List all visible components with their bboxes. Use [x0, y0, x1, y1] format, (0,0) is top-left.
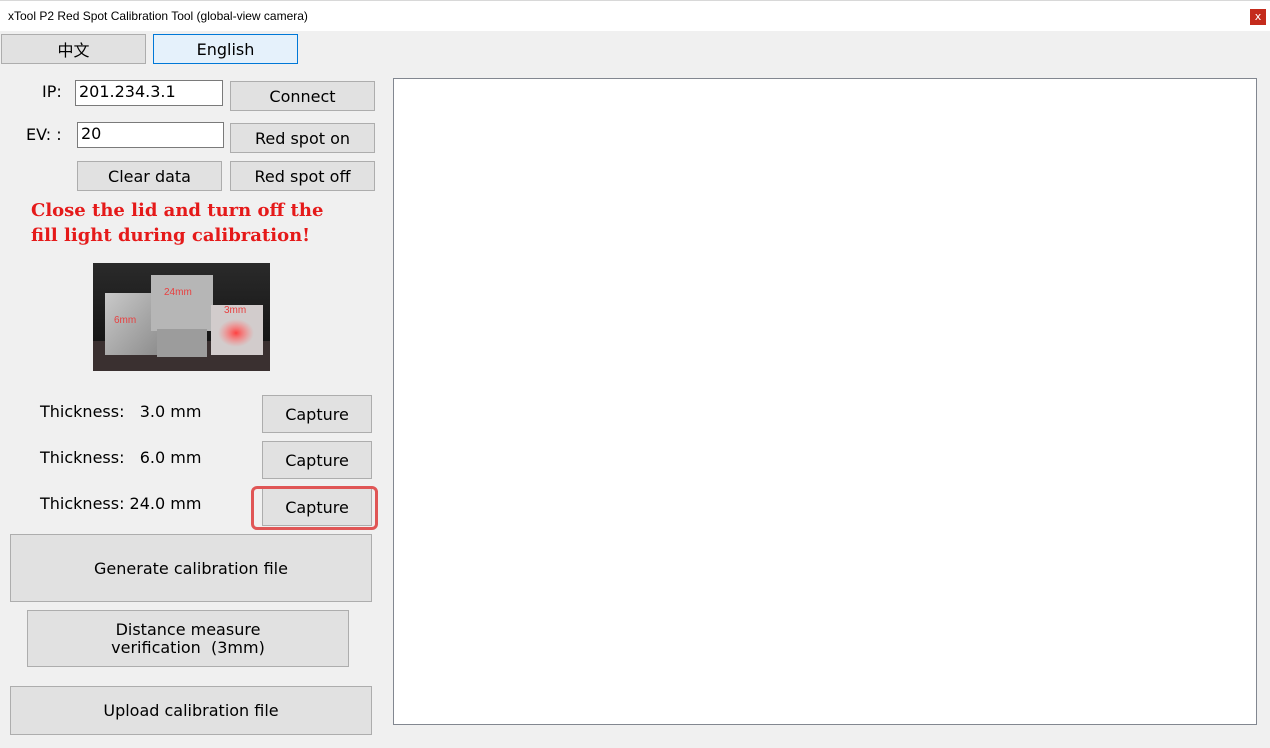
ip-input[interactable]: 201.234.3.1: [75, 80, 223, 106]
thickness-3mm-label: Thickness: 3.0 mm: [40, 402, 202, 421]
thickness-24mm-label: Thickness: 24.0 mm: [40, 494, 202, 513]
block-24mm: [151, 275, 213, 331]
capture-3mm-button[interactable]: Capture: [262, 395, 372, 433]
generate-calibration-file-button[interactable]: Generate calibration file: [10, 534, 372, 602]
warning-line-1: Close the lid and turn off the: [31, 200, 324, 221]
title-bar: xTool P2 Red Spot Calibration Tool (glob…: [0, 0, 1270, 31]
label-6mm: 6mm: [114, 315, 137, 326]
distance-measure-verification-button[interactable]: Distance measure verification (3mm): [27, 610, 349, 667]
capture-6mm-button[interactable]: Capture: [262, 441, 372, 479]
close-button[interactable]: x: [1250, 9, 1266, 25]
capture-24mm-highlight: [251, 486, 378, 530]
camera-preview-panel: [393, 78, 1257, 725]
calibration-warning: Close the lid and turn off the fill ligh…: [31, 198, 331, 248]
ev-input[interactable]: 20: [77, 122, 224, 148]
connect-button[interactable]: Connect: [230, 81, 375, 111]
distance-measure-label: Distance measure verification (3mm): [111, 619, 265, 657]
window-title: xTool P2 Red Spot Calibration Tool (glob…: [8, 9, 308, 23]
upload-calibration-file-button[interactable]: Upload calibration file: [10, 686, 372, 735]
ip-label: IP:: [42, 82, 62, 101]
red-spot-off-button[interactable]: Red spot off: [230, 161, 375, 191]
english-language-button[interactable]: English: [153, 34, 298, 64]
label-24mm: 24mm: [164, 287, 192, 298]
red-spot-on-button[interactable]: Red spot on: [230, 123, 375, 153]
red-spot: [218, 319, 254, 347]
thickness-6mm-label: Thickness: 6.0 mm: [40, 448, 202, 467]
chinese-language-button[interactable]: 中文: [1, 34, 146, 64]
close-icon: x: [1254, 10, 1262, 23]
calibration-blocks-photo: 24mm 6mm 3mm: [93, 263, 270, 371]
clear-data-button[interactable]: Clear data: [77, 161, 222, 191]
ev-label: EV: :: [26, 125, 62, 144]
warning-line-2: fill light during calibration!: [31, 225, 311, 246]
label-3mm: 3mm: [224, 305, 247, 316]
